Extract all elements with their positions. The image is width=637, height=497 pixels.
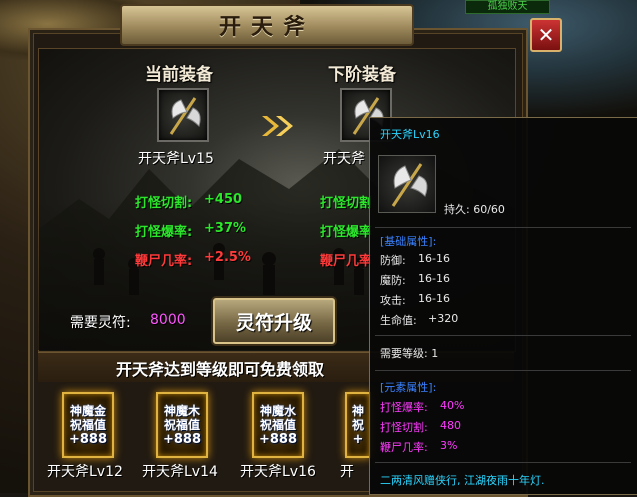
tooltip-stat-label: 生命值: xyxy=(380,314,417,327)
current-stat-value-1: +450 xyxy=(204,192,243,207)
reward-caption-4: 开 xyxy=(340,464,354,480)
tooltip-stat-value: 16-16 xyxy=(418,292,450,305)
tooltip-base-header: [基础属性]: xyxy=(380,235,437,248)
tooltip-element-label: 打怪切割: xyxy=(380,421,428,434)
current-item-name: 开天斧Lv15 xyxy=(138,151,214,167)
reward-line-2: 祝 xyxy=(351,417,364,432)
tooltip-element-header: [元素属性]: xyxy=(380,381,437,394)
title-plate: 开天斧 xyxy=(120,4,414,46)
required-talisman-value: 8000 xyxy=(150,312,186,328)
tooltip-element-label: 打怪爆率: xyxy=(380,401,428,414)
reward-line-2: 祝福值 xyxy=(163,417,200,432)
talisman-upgrade-button[interactable]: 灵符升级 xyxy=(213,298,335,344)
reward-line-1: 神魔金 xyxy=(69,403,106,418)
tooltip-stat-value: +320 xyxy=(428,312,459,325)
current-equipment-heading: 当前装备 xyxy=(145,65,213,85)
next-stat-label-3: 鞭尸几率 xyxy=(320,254,373,269)
tooltip-divider xyxy=(375,227,631,228)
reward-caption-2: 开天斧Lv14 xyxy=(142,464,218,480)
required-talisman-label: 需要灵符: xyxy=(70,315,131,331)
panel-title: 开天斧 xyxy=(218,14,315,40)
reward-amount: +888 xyxy=(258,431,298,447)
current-item-slot[interactable] xyxy=(157,88,209,142)
next-item-name: 开天斧 xyxy=(323,151,365,167)
tooltip-item-icon xyxy=(378,155,436,213)
next-stat-label-1: 打怪切割 xyxy=(320,196,373,211)
close-button[interactable]: ✕ xyxy=(530,18,562,52)
reward-caption-3: 开天斧Lv16 xyxy=(240,464,316,480)
reward-line-2: 祝福值 xyxy=(69,417,106,432)
reward-amount: +888 xyxy=(162,431,202,447)
tooltip-level-requirement: 需要等级: 1 xyxy=(380,347,439,360)
reward-line-1: 神魔水 xyxy=(259,403,296,418)
reward-line-1: 神 xyxy=(351,403,364,418)
tooltip-divider xyxy=(375,370,631,371)
next-stat-label-2: 打怪爆率 xyxy=(320,225,373,240)
tooltip-stat-label: 攻击: xyxy=(380,294,406,307)
reward-slot-4[interactable]: 神 祝 + xyxy=(345,392,371,458)
tooltip-durability: 持久: 60/60 xyxy=(444,203,505,216)
tooltip-stat-value: 16-16 xyxy=(418,252,450,265)
current-stat-label-1: 打怪切割: xyxy=(135,196,193,211)
reward-slot-3[interactable]: 神魔水 祝福值 +888 xyxy=(252,392,304,458)
tooltip-element-value: 3% xyxy=(440,439,458,452)
reward-slot-1[interactable]: 神魔金 祝福值 +888 xyxy=(62,392,114,458)
reward-line-2: 祝福值 xyxy=(259,417,296,432)
reward-slot-2[interactable]: 神魔木 祝福值 +888 xyxy=(156,392,208,458)
player-name-tag: 孤独败天 xyxy=(465,0,550,14)
tooltip-title: 开天斧Lv16 xyxy=(380,128,440,141)
tooltip-divider xyxy=(375,462,631,463)
current-stat-value-3: +2.5% xyxy=(204,250,251,265)
axe-icon xyxy=(169,97,201,135)
tooltip-element-value: 40% xyxy=(440,399,465,412)
tooltip-stat-label: 防御: xyxy=(380,254,406,267)
tooltip-stat-value: 16-16 xyxy=(418,272,450,285)
reward-line-1: 神魔木 xyxy=(163,403,200,418)
double-arrow-icon xyxy=(262,116,293,136)
current-stat-label-3: 鞭尸几率: xyxy=(135,254,193,269)
axe-icon xyxy=(391,163,428,207)
reward-amount: + xyxy=(352,431,364,447)
tooltip-element-value: 480 xyxy=(440,419,461,432)
tooltip-flavor-text: 二两清风赠侠行, 江湖夜雨十年灯. xyxy=(380,474,545,487)
reward-caption-1: 开天斧Lv12 xyxy=(47,464,123,480)
next-equipment-heading: 下阶装备 xyxy=(328,65,396,85)
reward-amount: +888 xyxy=(68,431,108,447)
tooltip-stat-label: 魔防: xyxy=(380,274,406,287)
current-stat-value-2: +37% xyxy=(204,221,247,236)
tooltip-divider xyxy=(375,335,631,336)
current-stat-label-2: 打怪爆率: xyxy=(135,225,193,240)
tooltip-element-label: 鞭尸几率: xyxy=(380,441,428,454)
